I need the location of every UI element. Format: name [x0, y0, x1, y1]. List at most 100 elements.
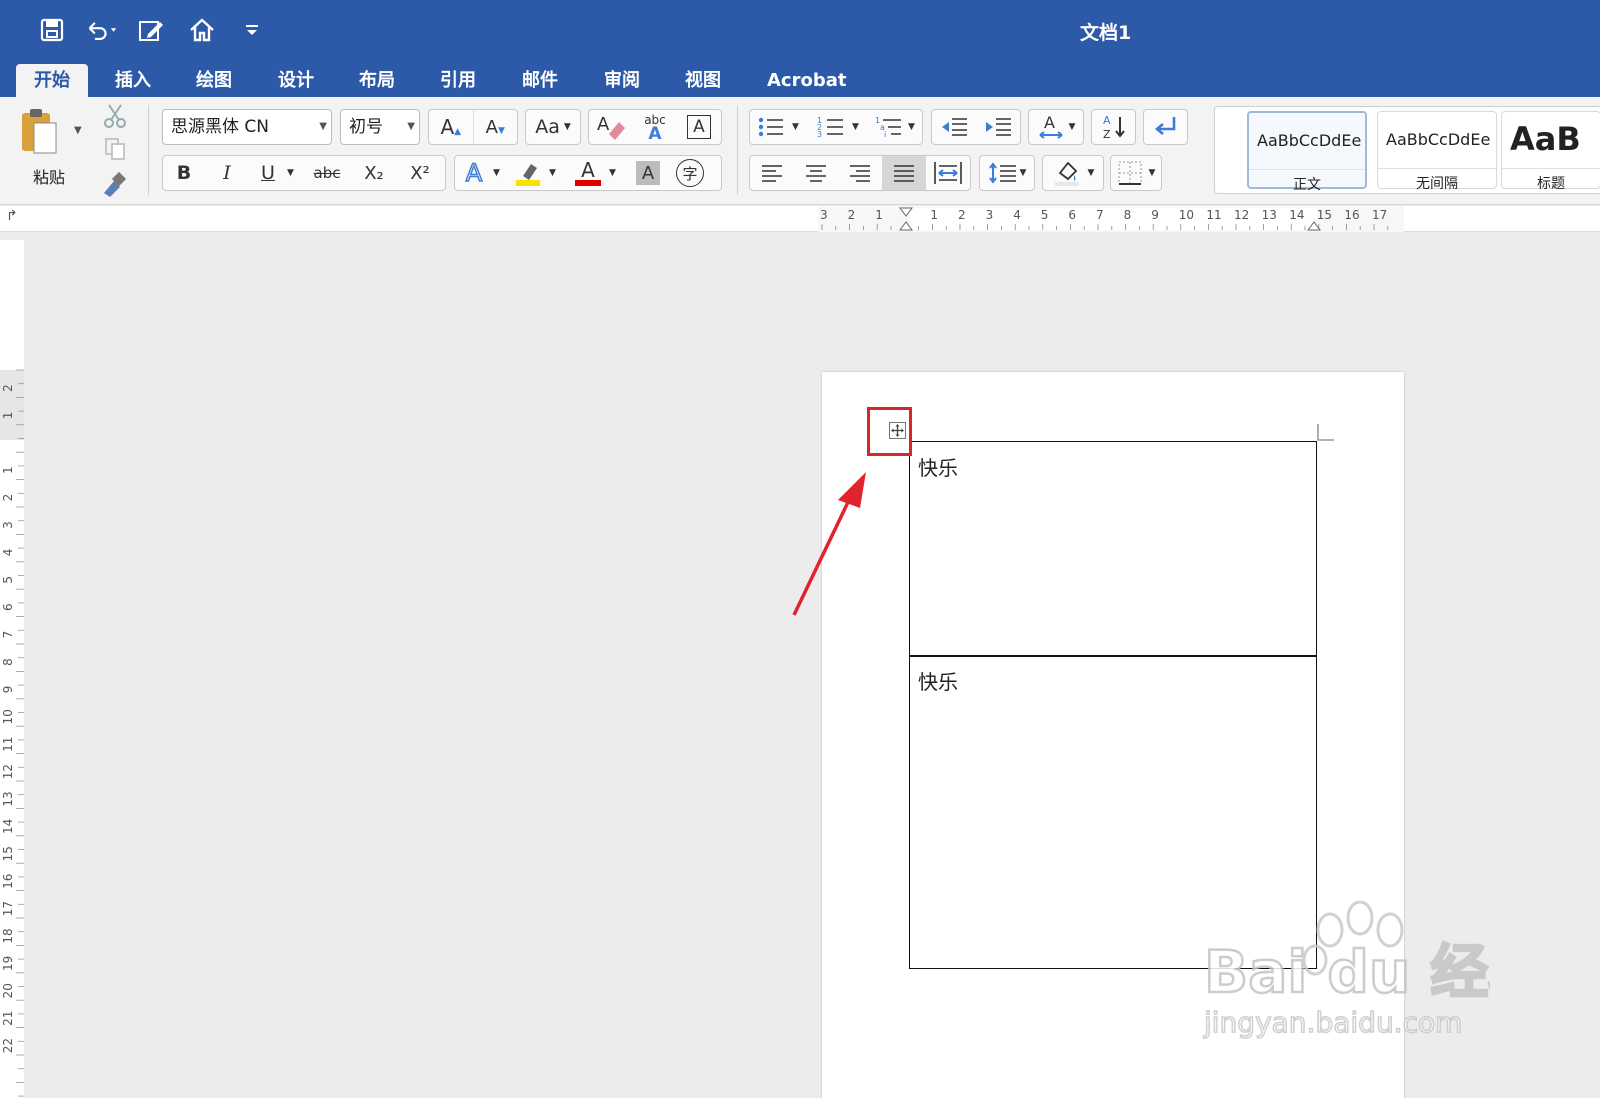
- asian-layout-button[interactable]: A ▼: [1028, 109, 1084, 145]
- ruler-label: 16: [1344, 208, 1359, 222]
- subscript-button[interactable]: X₂: [351, 163, 397, 184]
- undo-icon[interactable]: [86, 14, 118, 46]
- tab-layout[interactable]: 布局: [341, 64, 413, 97]
- underline-button[interactable]: U: [249, 162, 287, 184]
- ruler-label: 3: [1, 521, 15, 529]
- ruler-label: 1: [875, 208, 883, 222]
- decrease-indent-icon[interactable]: [932, 116, 976, 138]
- ruler-label: 18: [1, 928, 15, 943]
- document-table[interactable]: 快乐 快乐: [909, 441, 1317, 969]
- tab-acrobat[interactable]: Acrobat: [749, 64, 864, 97]
- align-left-icon[interactable]: [750, 163, 794, 183]
- tab-review[interactable]: 审阅: [586, 64, 658, 97]
- margin-corner-mark: [1317, 424, 1334, 441]
- ruler-label: 5: [1041, 208, 1049, 222]
- multilevel-dropdown-icon[interactable]: ▼: [908, 122, 920, 132]
- tab-design[interactable]: 设计: [260, 64, 332, 97]
- ruler-label: 15: [1, 846, 15, 861]
- save-icon[interactable]: [36, 14, 68, 46]
- ruler-label: 8: [1, 658, 15, 666]
- ruler-label: 2: [848, 208, 856, 222]
- font-size-value: 初号: [349, 117, 383, 137]
- return-arrow-icon: [1154, 117, 1175, 135]
- shading-button[interactable]: ▼: [1042, 155, 1104, 191]
- font-color-button[interactable]: A: [567, 160, 609, 186]
- highlight-dropdown-icon[interactable]: ▼: [549, 168, 567, 178]
- justify-icon[interactable]: [882, 156, 926, 190]
- text-effects-button[interactable]: A: [455, 158, 493, 188]
- character-border-button[interactable]: A: [677, 115, 721, 139]
- table-cell-text[interactable]: 快乐: [918, 452, 958, 481]
- edit-document-icon[interactable]: [136, 14, 168, 46]
- paste-dropdown-icon[interactable]: ▼: [74, 125, 82, 136]
- shrink-font-button[interactable]: A▼: [473, 117, 517, 138]
- ruler-label: 10: [1, 709, 15, 724]
- ruler-label: 15: [1317, 208, 1332, 222]
- table-cell-text[interactable]: 快乐: [918, 666, 958, 695]
- style-heading[interactable]: AaB 标题: [1501, 111, 1600, 192]
- ruler-label: 22: [1, 1038, 15, 1053]
- line-spacing-button[interactable]: ▼: [979, 155, 1035, 191]
- sort-button[interactable]: AZ: [1091, 109, 1136, 145]
- numbered-list-icon[interactable]: 123: [810, 115, 852, 139]
- distributed-icon[interactable]: [926, 160, 970, 186]
- font-name-select[interactable]: 思源黑体 CN ▼: [162, 109, 332, 145]
- style-no-spacing[interactable]: AaBbCcDdEe 无间隔: [1377, 111, 1497, 192]
- cut-icon[interactable]: [103, 103, 127, 133]
- borders-button[interactable]: ▼: [1110, 155, 1162, 191]
- ruler-label: 9: [1, 686, 15, 694]
- copy-icon[interactable]: [104, 137, 126, 165]
- customize-toolbar-icon[interactable]: [236, 14, 268, 46]
- change-case-button[interactable]: Aa ▼: [525, 109, 581, 145]
- ruler-label: 19: [1, 956, 15, 971]
- ruler-label: 7: [1, 631, 15, 639]
- effects-dropdown-icon[interactable]: ▼: [493, 168, 507, 178]
- underline-dropdown-icon[interactable]: ▼: [287, 168, 303, 178]
- paste-icon[interactable]: [20, 105, 60, 161]
- annotation-arrow: [792, 472, 866, 616]
- format-painter-icon[interactable]: [100, 171, 128, 201]
- font-color-dropdown-icon[interactable]: ▼: [609, 168, 627, 178]
- numbering-dropdown-icon[interactable]: ▼: [852, 122, 870, 132]
- svg-text:jingyan.baidu.com: jingyan.baidu.com: [1203, 1006, 1462, 1039]
- tab-draw[interactable]: 绘图: [178, 64, 250, 97]
- align-right-icon[interactable]: [838, 163, 882, 183]
- enclose-characters-button[interactable]: 字: [669, 159, 711, 187]
- ruler-label: 7: [1096, 208, 1104, 222]
- svg-text:i: i: [884, 130, 886, 139]
- multilevel-list-icon[interactable]: 1ai: [870, 115, 908, 139]
- align-center-icon[interactable]: [794, 163, 838, 183]
- character-shading-button[interactable]: A: [627, 161, 669, 185]
- bullet-list-icon[interactable]: [750, 115, 792, 139]
- superscript-button[interactable]: X²: [397, 163, 443, 184]
- style-normal[interactable]: AaBbCcDdEe 正文: [1247, 111, 1367, 193]
- ruler-label: 16: [1, 874, 15, 889]
- tab-insert[interactable]: 插入: [97, 64, 169, 97]
- horizontal-ruler-ticks: 3 2 1 1 2 3 4 5 6 7 8 9 10 11 12 13 14 15 16 17: [820, 207, 1389, 231]
- ruler-label: 1: [1, 466, 15, 474]
- paste-label: 粘贴: [33, 168, 66, 187]
- tab-mailings[interactable]: 邮件: [504, 64, 576, 97]
- ruler-label: 12: [1, 764, 15, 779]
- horizontal-ruler[interactable]: 3 2 1 1 2 3 4 5 6 7 8 9 10 11 12 13 14 15 16 17: [818, 206, 1404, 232]
- increase-indent-icon[interactable]: [976, 116, 1020, 138]
- bullet-dropdown-icon[interactable]: ▼: [792, 122, 810, 132]
- bold-button[interactable]: B: [163, 162, 205, 184]
- tab-home[interactable]: 开始: [16, 64, 88, 97]
- tab-view[interactable]: 视图: [667, 64, 739, 97]
- strikethrough-button[interactable]: abc: [303, 164, 351, 182]
- phonetic-guide-button[interactable]: abc A: [633, 113, 677, 143]
- show-paragraph-marks-button[interactable]: [1143, 109, 1188, 145]
- tab-references[interactable]: 引用: [422, 64, 494, 97]
- home-icon[interactable]: [186, 14, 218, 46]
- font-size-select[interactable]: 初号 ▼: [340, 109, 420, 145]
- vertical-ruler[interactable]: 2 1 1 2 3 4 5 6 7 8 9 10 11 12 13 14 15 16 17 18 19 20 21 22: [0, 240, 24, 1098]
- ruler-label: 21: [1, 1011, 15, 1026]
- font-name-value: 思源黑体 CN: [171, 117, 269, 137]
- highlight-color-icon[interactable]: [507, 158, 549, 188]
- tab-selector-icon[interactable]: ↱: [6, 208, 18, 224]
- font-misc-group: A abc A A: [588, 109, 722, 145]
- grow-font-button[interactable]: A▲: [429, 115, 473, 139]
- italic-button[interactable]: I: [205, 162, 249, 184]
- clear-formatting-icon[interactable]: A: [589, 112, 633, 142]
